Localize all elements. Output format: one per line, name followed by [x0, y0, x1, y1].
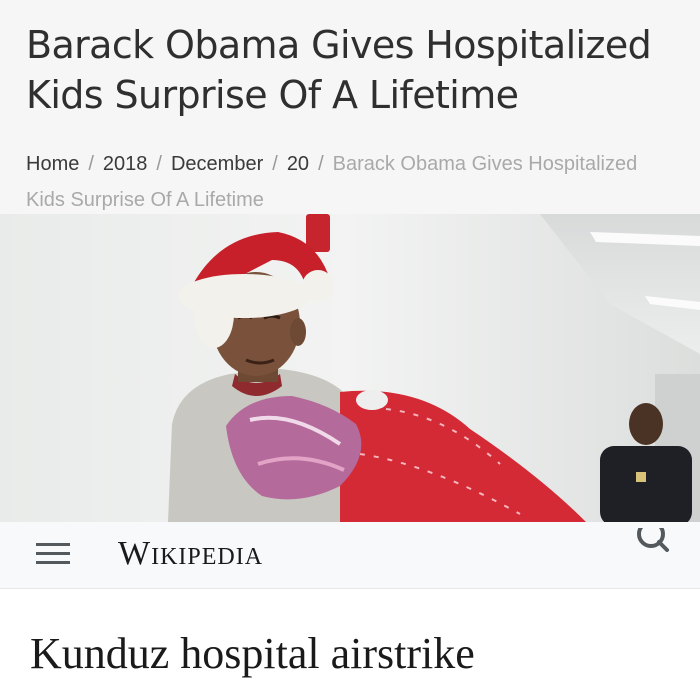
wall-alarm-box [306, 214, 330, 252]
breadcrumb-home-link[interactable]: Home [26, 153, 79, 175]
breadcrumb-separator: / [318, 153, 324, 175]
article-title: Barack Obama Gives Hospitalized Kids Sur… [26, 23, 652, 117]
menu-bar [36, 552, 70, 555]
wikipedia-header-bar: Wikipedia [0, 522, 700, 589]
breadcrumb: Home/2018/December/20/Barack Obama Gives… [26, 146, 666, 218]
breadcrumb-year-link[interactable]: 2018 [103, 153, 148, 175]
breadcrumb-separator: / [272, 153, 278, 175]
wikipedia-article-title: Kunduz hospital airstrike [30, 629, 475, 678]
hamburger-menu-icon[interactable] [36, 538, 70, 566]
santa-hat-photo-illustration [0, 214, 700, 522]
breadcrumb-separator: / [88, 153, 94, 175]
breadcrumb-day-link[interactable]: 20 [287, 153, 309, 175]
breadcrumb-month-link[interactable]: December [171, 153, 263, 175]
search-icon[interactable] [634, 528, 670, 568]
breadcrumb-separator: / [156, 153, 162, 175]
article-photo [0, 214, 700, 522]
wikipedia-logo[interactable]: Wikipedia [118, 536, 263, 572]
menu-bar [36, 561, 70, 564]
menu-bar [36, 543, 70, 546]
wikipedia-article-body: Kunduz hospital airstrike [0, 589, 700, 700]
article-header: Barack Obama Gives Hospitalized Kids Sur… [0, 0, 700, 214]
